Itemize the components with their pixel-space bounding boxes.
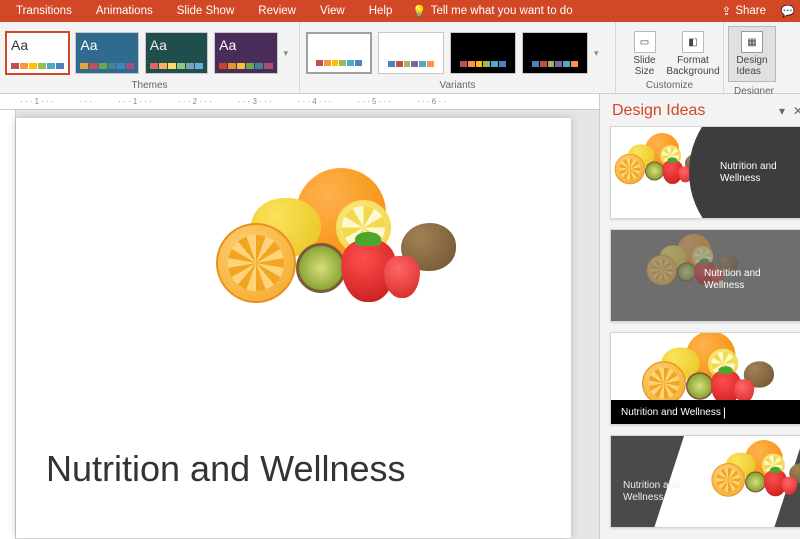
tell-me-search[interactable]: 💡 Tell me what you want to do [404, 4, 572, 18]
tab-review[interactable]: Review [246, 0, 308, 22]
design-ideas-button[interactable]: ▦ Design Ideas [728, 26, 776, 82]
group-variants: ▾ Variants [300, 22, 616, 93]
tab-animations[interactable]: Animations [84, 0, 165, 22]
themes-more-button[interactable]: ▾ [284, 26, 294, 80]
group-label-variants: Variants [300, 80, 615, 93]
design-idea-1-label: Nutrition and Wellness [720, 161, 790, 185]
theme-thumb-1[interactable]: Aa [6, 32, 69, 74]
tab-slide-show[interactable]: Slide Show [165, 0, 247, 22]
slide-canvas[interactable]: Nutrition and Wellness [16, 118, 571, 538]
share-icon: ⇪ [722, 4, 732, 18]
ribbon-tabs-bar: Transitions Animations Slide Show Review… [0, 0, 800, 22]
variant-thumb-1[interactable] [306, 32, 372, 74]
work-area: · · · 1 · · ·· · ·· · · 1 · · ·· · · 2 ·… [0, 94, 800, 539]
pane-options-button[interactable]: ▾ [774, 104, 790, 118]
design-idea-2[interactable]: Nutrition and Wellness [610, 229, 800, 322]
canvas-area: · · · 1 · · ·· · ·· · · 1 · · ·· · · 2 ·… [0, 94, 599, 539]
variant-thumb-3[interactable] [450, 32, 516, 74]
lightbulb-icon: 💡 [412, 4, 426, 18]
slide-size-icon: ▭ [634, 31, 656, 53]
variant-thumb-4[interactable] [522, 32, 588, 74]
ruler-vertical [0, 110, 16, 539]
format-background-label: Format Background [666, 55, 719, 77]
design-idea-3-label: Nutrition and Wellness [621, 407, 721, 418]
design-ideas-label: Design Ideas [736, 55, 767, 77]
tab-help[interactable]: Help [357, 0, 405, 22]
share-label: Share [735, 5, 766, 17]
design-ideas-pane: Design Ideas ▾ ✕ Nutrition and Wellness [599, 94, 800, 539]
pane-title: Design Ideas [612, 102, 774, 120]
theme-thumb-3[interactable]: Aa [145, 32, 208, 74]
design-idea-2-label: Nutrition and Wellness [704, 268, 784, 292]
ruler-horizontal: · · · 1 · · ·· · ·· · · 1 · · ·· · · 2 ·… [0, 94, 599, 110]
design-ideas-icon: ▦ [741, 31, 763, 53]
group-label-customize: Customize [616, 80, 723, 93]
slide-size-button[interactable]: ▭ Slide Size [622, 29, 667, 77]
design-idea-4[interactable]: Nutrition and Wellness [610, 435, 800, 528]
variants-more-button[interactable]: ▾ [594, 26, 604, 80]
group-customize: ▭ Slide Size ◧ Format Background Customi… [616, 22, 724, 93]
comments-icon[interactable]: 💬 [776, 4, 800, 18]
group-themes: Aa Aa Aa Aa ▾ Themes [0, 22, 300, 93]
tell-me-label: Tell me what you want to do [431, 5, 573, 17]
tab-transitions[interactable]: Transitions [4, 0, 84, 22]
tab-view[interactable]: View [308, 0, 357, 22]
slide-title-text[interactable]: Nutrition and Wellness [46, 448, 406, 490]
format-background-icon: ◧ [682, 31, 704, 53]
variant-thumb-2[interactable] [378, 32, 444, 74]
design-idea-1[interactable]: Nutrition and Wellness [610, 126, 800, 219]
group-label-themes: Themes [0, 80, 299, 93]
group-designer: ▦ Design Ideas Designer [724, 22, 784, 93]
design-idea-4-label: Nutrition and Wellness [623, 480, 693, 504]
theme-thumb-4[interactable]: Aa [214, 32, 277, 74]
pane-close-button[interactable]: ✕ [790, 104, 800, 118]
slide-image-fruit[interactable] [196, 168, 456, 313]
theme-thumb-2[interactable]: Aa [75, 32, 138, 74]
design-idea-3[interactable]: Nutrition and Wellness| [610, 332, 800, 425]
ribbon-body: Aa Aa Aa Aa ▾ Themes [0, 22, 800, 94]
share-button[interactable]: ⇪ Share [712, 4, 776, 18]
slide-size-label: Slide Size [633, 55, 655, 77]
format-background-button[interactable]: ◧ Format Background [669, 29, 717, 77]
